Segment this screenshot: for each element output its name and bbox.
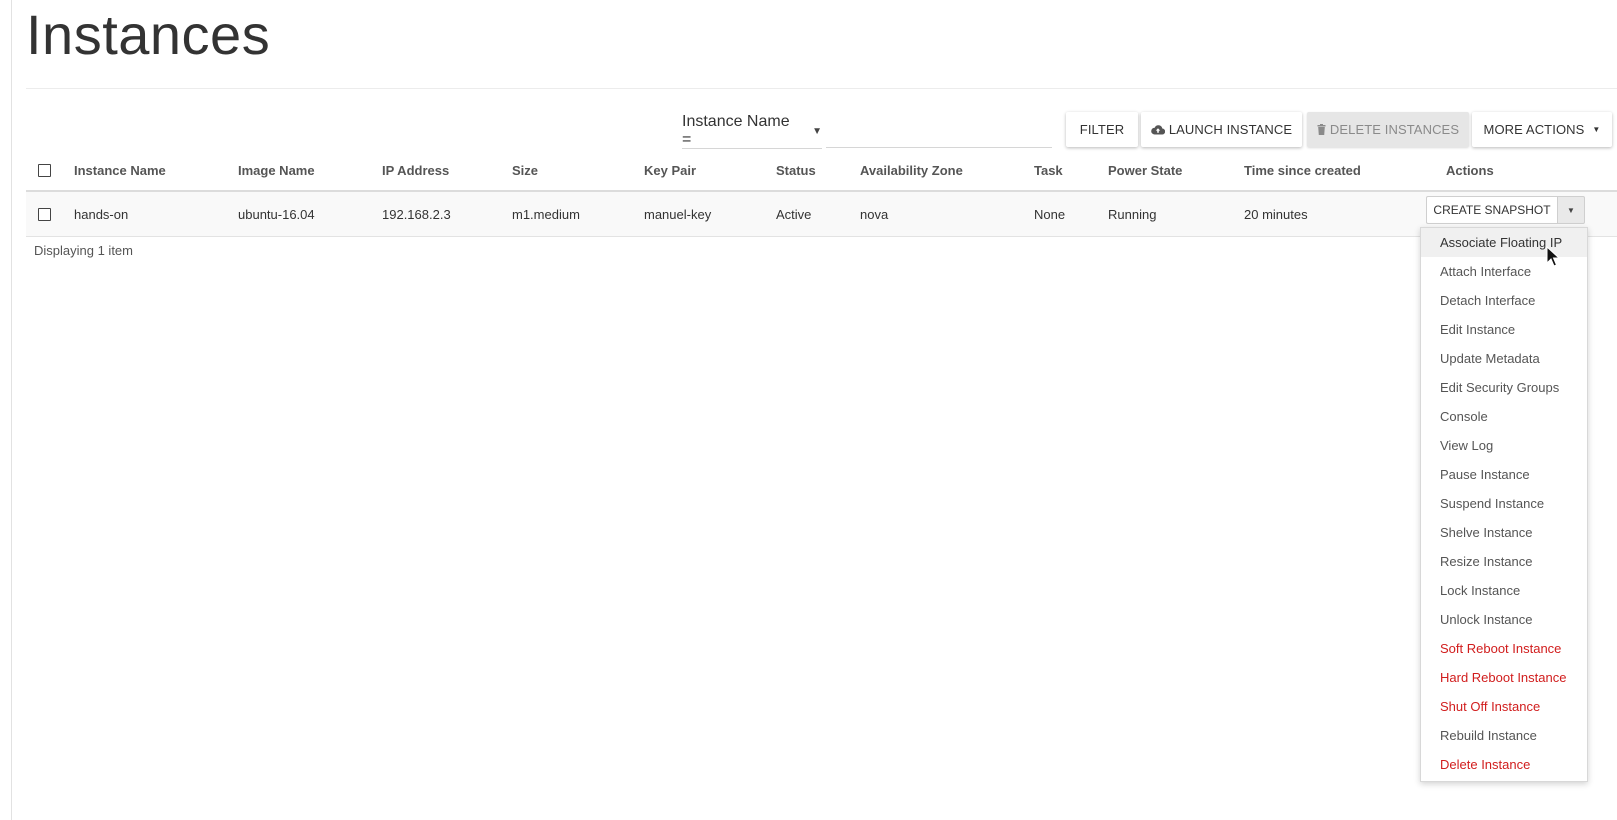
delete-instances-button[interactable]: DELETE INSTANCES — [1307, 112, 1469, 147]
caret-down-icon: ▼ — [1592, 125, 1601, 134]
menu-item-view-log[interactable]: View Log — [1421, 431, 1587, 460]
more-actions-button[interactable]: MORE ACTIONS ▼ — [1472, 112, 1612, 147]
row-checkbox[interactable] — [38, 207, 51, 221]
menu-item-shut-off-instance[interactable]: Shut Off Instance — [1421, 692, 1587, 721]
filter-button[interactable]: FILTER — [1066, 112, 1138, 147]
size-link[interactable]: m1.medium — [512, 207, 580, 222]
task-cell: None — [1034, 206, 1066, 222]
mouse-cursor-icon — [1546, 246, 1560, 267]
menu-item-unlock-instance[interactable]: Unlock Instance — [1421, 605, 1587, 634]
select-all-cell — [38, 150, 51, 190]
menu-item-delete-instance[interactable]: Delete Instance — [1421, 750, 1587, 779]
filter-field-label: Instance Name = — [682, 113, 790, 148]
table-row: hands-on ubuntu-16.04 192.168.2.3 m1.med… — [26, 192, 1617, 237]
image-name-cell: ubuntu-16.04 — [238, 206, 315, 222]
header-actions: Actions — [1446, 162, 1494, 178]
menu-item-edit-security-groups[interactable]: Edit Security Groups — [1421, 373, 1587, 402]
key-pair-cell: manuel-key — [644, 206, 712, 222]
filter-field-select[interactable]: Instance Name = ▼ — [682, 113, 822, 149]
header-status[interactable]: Status — [776, 150, 816, 190]
menu-item-detach-interface[interactable]: Detach Interface — [1421, 286, 1587, 315]
instance-name-cell: hands-on — [74, 192, 128, 236]
menu-item-lock-instance[interactable]: Lock Instance — [1421, 576, 1587, 605]
menu-item-rebuild-instance[interactable]: Rebuild Instance — [1421, 721, 1587, 750]
menu-item-update-metadata[interactable]: Update Metadata — [1421, 344, 1587, 373]
menu-item-edit-instance[interactable]: Edit Instance — [1421, 315, 1587, 344]
instance-name-link[interactable]: hands-on — [74, 207, 128, 222]
caret-down-icon: ▼ — [812, 125, 822, 137]
header-size[interactable]: Size — [512, 150, 538, 190]
select-all-checkbox[interactable] — [38, 163, 51, 177]
title-divider — [26, 88, 1617, 89]
availability-zone-cell: nova — [860, 206, 889, 222]
menu-item-suspend-instance[interactable]: Suspend Instance — [1421, 489, 1587, 518]
header-ip-address[interactable]: IP Address — [382, 150, 449, 190]
size-cell: m1.medium — [512, 192, 580, 236]
menu-item-associate-floating-ip[interactable]: Associate Floating IP — [1421, 228, 1587, 257]
left-border — [11, 0, 12, 820]
caret-down-icon: ▼ — [1567, 205, 1575, 215]
page-title: Instances — [26, 3, 271, 66]
header-time-since-created[interactable]: Time since created — [1244, 150, 1361, 190]
header-image-name[interactable]: Image Name — [238, 150, 315, 190]
row-actions-menu: Associate Floating IP Attach Interface Det… — [1420, 227, 1588, 782]
menu-item-console[interactable]: Console — [1421, 402, 1587, 431]
menu-item-pause-instance[interactable]: Pause Instance — [1421, 460, 1587, 489]
menu-item-soft-reboot-instance[interactable]: Soft Reboot Instance — [1421, 634, 1587, 663]
item-count: Displaying 1 item — [34, 243, 133, 258]
filter-input[interactable] — [826, 114, 1052, 148]
launch-instance-button[interactable]: LAUNCH INSTANCE — [1141, 112, 1302, 147]
delete-instances-label: DELETE INSTANCES — [1329, 122, 1460, 137]
cloud-upload-icon — [1151, 125, 1165, 135]
launch-instance-label: LAUNCH INSTANCE — [1168, 122, 1293, 137]
ip-address-cell: 192.168.2.3 — [382, 206, 451, 222]
header-key-pair[interactable]: Key Pair — [644, 150, 696, 190]
status-cell: Active — [776, 206, 812, 222]
header-instance-name[interactable]: Instance Name — [74, 150, 166, 190]
time-since-created-cell: 20 minutes — [1244, 206, 1308, 222]
menu-item-resize-instance[interactable]: Resize Instance — [1421, 547, 1587, 576]
power-state-cell: Running — [1108, 206, 1157, 222]
create-snapshot-button[interactable]: CREATE SNAPSHOT — [1426, 196, 1557, 224]
table-header: Instance Name Image Name IP Address Size… — [26, 150, 1617, 192]
row-select-cell — [38, 192, 51, 236]
menu-item-attach-interface[interactable]: Attach Interface — [1421, 257, 1587, 286]
more-actions-label: MORE ACTIONS — [1483, 122, 1585, 137]
header-power-state[interactable]: Power State — [1108, 150, 1182, 190]
header-task[interactable]: Task — [1034, 150, 1063, 190]
row-actions-toggle[interactable]: ▼ — [1557, 196, 1585, 224]
filter-button-label: FILTER — [1079, 122, 1125, 137]
trash-icon — [1317, 124, 1326, 135]
header-availability-zone[interactable]: Availability Zone — [860, 150, 963, 190]
menu-item-shelve-instance[interactable]: Shelve Instance — [1421, 518, 1587, 547]
menu-item-hard-reboot-instance[interactable]: Hard Reboot Instance — [1421, 663, 1587, 692]
